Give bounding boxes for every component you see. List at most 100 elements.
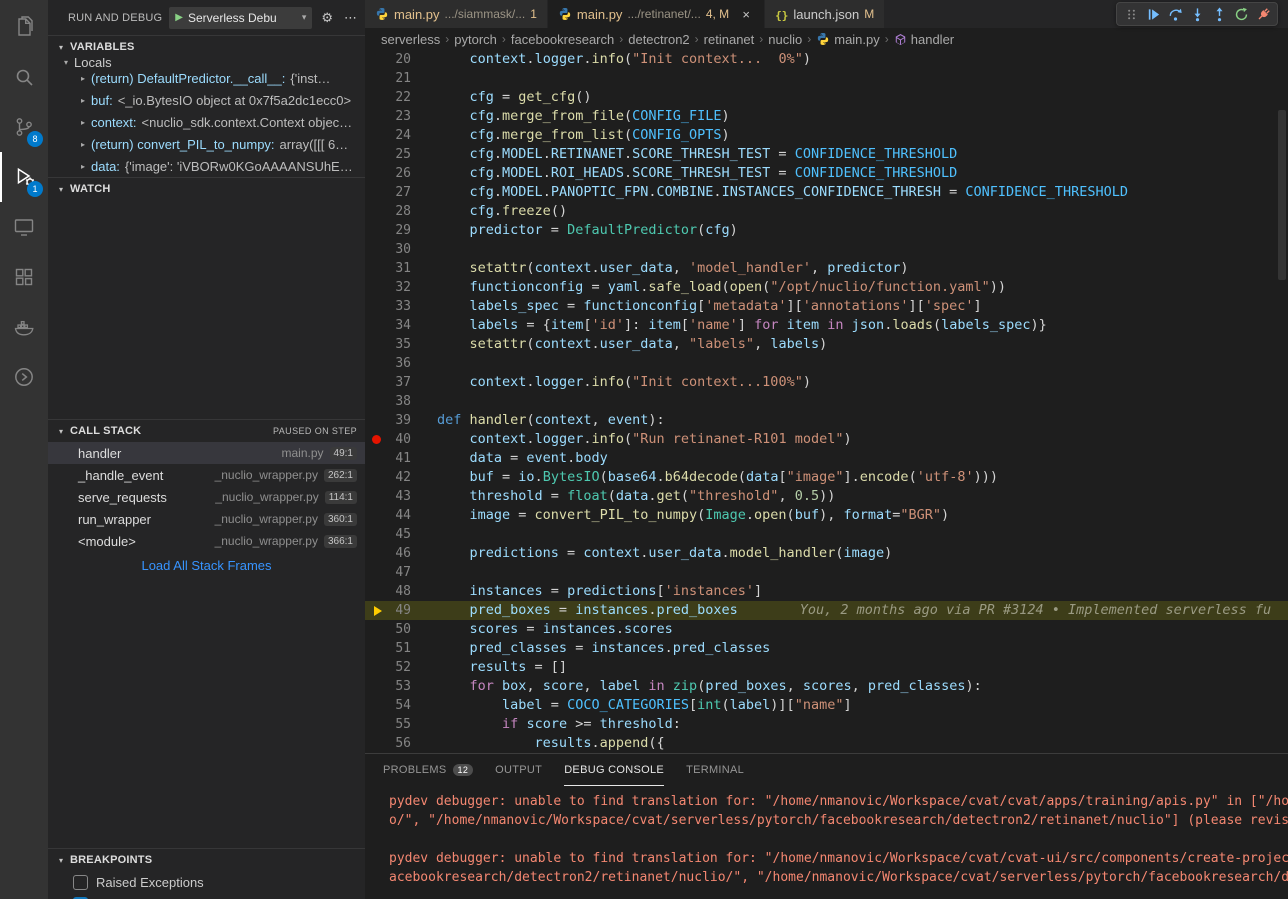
activity-item-docker[interactable] [0, 302, 48, 352]
breakpoint-row[interactable]: Raised Exceptions [48, 871, 365, 893]
code-line-37[interactable]: 37 context.logger.info("Init context...1… [365, 373, 1288, 392]
breakpoint-gutter[interactable] [365, 373, 387, 392]
code-line-40[interactable]: 40 context.logger.info("Run retinanet-R1… [365, 430, 1288, 449]
breakpoint-gutter[interactable] [365, 88, 387, 107]
stack-frame-row[interactable]: serve_requests_nuclio_wrapper.py114:1 [48, 486, 365, 508]
code-line-44[interactable]: 44 image = convert_PIL_to_numpy(Image.op… [365, 506, 1288, 525]
variable-row[interactable]: ▸data:{'image': 'iVBORw0KGoAAAANSUhE… [48, 155, 365, 177]
code-line-21[interactable]: 21 [365, 69, 1288, 88]
stack-frame-row[interactable]: <module>_nuclio_wrapper.py366:1 [48, 530, 365, 552]
code-line-50[interactable]: 50 scores = instances.scores [365, 620, 1288, 639]
breakpoint-gutter[interactable] [365, 658, 387, 677]
code-line-20[interactable]: 20 context.logger.info("Init context... … [365, 50, 1288, 69]
start-debugging-icon[interactable]: ▶ [175, 12, 183, 23]
code-line-33[interactable]: 33 labels_spec = functionconfig['metadat… [365, 297, 1288, 316]
gear-icon[interactable]: ⚙ [319, 10, 335, 26]
stack-frame-row[interactable]: handlermain.py49:1 [48, 442, 365, 464]
debug-restart-button[interactable] [1231, 4, 1251, 24]
editor-scrollbar[interactable] [1278, 110, 1286, 280]
variable-row[interactable]: ▸(return) convert_PIL_to_numpy:array([[[… [48, 133, 365, 155]
breakpoint-gutter[interactable] [365, 126, 387, 145]
code-line-49[interactable]: 49 pred_boxes = instances.pred_boxesYou,… [365, 601, 1288, 620]
code-line-53[interactable]: 53 for box, score, label in zip(pred_box… [365, 677, 1288, 696]
code-line-35[interactable]: 35 setattr(context.user_data, "labels", … [365, 335, 1288, 354]
panel-tab-terminal[interactable]: TERMINAL [686, 754, 744, 786]
code-line-29[interactable]: 29 predictor = DefaultPredictor(cfg) [365, 221, 1288, 240]
breadcrumb-item-nuclio[interactable]: nuclio [768, 32, 802, 47]
breakpoint-gutter[interactable] [365, 183, 387, 202]
breakpoint-gutter[interactable] [365, 430, 387, 449]
debug-step-out-button[interactable] [1209, 4, 1229, 24]
code-line-34[interactable]: 34 labels = {item['id']: item['name'] fo… [365, 316, 1288, 335]
breakpoint-gutter[interactable] [365, 107, 387, 126]
breakpoint-gutter[interactable] [365, 335, 387, 354]
breadcrumb-item-facebookresearch[interactable]: facebookresearch [511, 32, 614, 47]
breakpoint-gutter[interactable] [365, 221, 387, 240]
code-line-25[interactable]: 25 cfg.MODEL.RETINANET.SCORE_THRESH_TEST… [365, 145, 1288, 164]
breakpoint-gutter[interactable] [365, 582, 387, 601]
debug-step-over-button[interactable] [1165, 4, 1185, 24]
code-line-43[interactable]: 43 threshold = float(data.get("threshold… [365, 487, 1288, 506]
breakpoint-gutter[interactable] [365, 145, 387, 164]
breakpoint-row[interactable]: ✓Uncaught Exceptions [48, 893, 365, 899]
variable-row[interactable]: ▸buf:<_io.BytesIO object at 0x7f5a2dc1ec… [48, 89, 365, 111]
code-line-30[interactable]: 30 [365, 240, 1288, 259]
breakpoint-gutter[interactable] [365, 506, 387, 525]
breakpoints-section-header[interactable]: ▾ BREAKPOINTS [48, 849, 365, 871]
activity-item-extensions[interactable] [0, 252, 48, 302]
breakpoint-gutter[interactable] [365, 620, 387, 639]
debug-disconnect-button[interactable] [1253, 4, 1273, 24]
code-line-52[interactable]: 52 results = [] [365, 658, 1288, 677]
scope-locals-row[interactable]: ▾ Locals [48, 58, 365, 67]
editor-tab-2[interactable]: main.py.../retinanet/...4, M× [548, 0, 765, 28]
code-line-51[interactable]: 51 pred_classes = instances.pred_classes [365, 639, 1288, 658]
panel-tab-problems[interactable]: PROBLEMS12 [383, 754, 473, 786]
code-line-39[interactable]: 39def handler(context, event): [365, 411, 1288, 430]
code-line-41[interactable]: 41 data = event.body [365, 449, 1288, 468]
code-line-22[interactable]: 22 cfg = get_cfg() [365, 88, 1288, 107]
code-line-31[interactable]: 31 setattr(context.user_data, 'model_han… [365, 259, 1288, 278]
breadcrumb-item-handler[interactable]: handler [894, 32, 954, 47]
breakpoint-gutter[interactable] [365, 715, 387, 734]
breakpoint-gutter[interactable] [365, 316, 387, 335]
breakpoint-gutter[interactable] [365, 677, 387, 696]
code-line-32[interactable]: 32 functionconfig = yaml.safe_load(open(… [365, 278, 1288, 297]
breakpoint-gutter[interactable] [365, 240, 387, 259]
breadcrumb-item-detectron2[interactable]: detectron2 [628, 32, 689, 47]
code-line-27[interactable]: 27 cfg.MODEL.PANOPTIC_FPN.COMBINE.INSTAN… [365, 183, 1288, 202]
code-line-55[interactable]: 55 if score >= threshold: [365, 715, 1288, 734]
code-editor[interactable]: 20 context.logger.info("Init context... … [365, 50, 1288, 753]
breakpoint-gutter[interactable] [365, 354, 387, 373]
breakpoint-gutter[interactable] [365, 297, 387, 316]
debug-continue-button[interactable] [1143, 4, 1163, 24]
debug-config-dropdown[interactable]: ▶ Serverless Debu ▾ [169, 7, 312, 29]
code-line-24[interactable]: 24 cfg.merge_from_list(CONFIG_OPTS) [365, 126, 1288, 145]
code-line-23[interactable]: 23 cfg.merge_from_file(CONFIG_FILE) [365, 107, 1288, 126]
code-line-36[interactable]: 36 [365, 354, 1288, 373]
editor-tab-3[interactable]: {}launch.jsonM [765, 0, 885, 28]
breakpoint-gutter[interactable] [365, 639, 387, 658]
stack-frame-row[interactable]: _handle_event_nuclio_wrapper.py262:1 [48, 464, 365, 486]
breadcrumb-item-main-py[interactable]: main.py [816, 32, 880, 47]
code-line-42[interactable]: 42 buf = io.BytesIO(base64.b64decode(dat… [365, 468, 1288, 487]
panel-tab-debug-console[interactable]: DEBUG CONSOLE [564, 754, 664, 786]
breakpoint-gutter[interactable] [365, 164, 387, 183]
breakpoint-gutter[interactable] [365, 392, 387, 411]
variables-section-header[interactable]: ▾ VARIABLES [48, 36, 365, 58]
debug-step-into-button[interactable] [1187, 4, 1207, 24]
code-line-28[interactable]: 28 cfg.freeze() [365, 202, 1288, 221]
breakpoint-gutter[interactable] [365, 544, 387, 563]
code-line-46[interactable]: 46 predictions = context.user_data.model… [365, 544, 1288, 563]
code-line-54[interactable]: 54 label = COCO_CATEGORIES[int(label)]["… [365, 696, 1288, 715]
breadcrumb-item-serverless[interactable]: serverless [381, 32, 440, 47]
activity-item-explorer[interactable] [0, 2, 48, 52]
activity-item-live-share[interactable] [0, 352, 48, 402]
breakpoint-gutter[interactable] [365, 734, 387, 753]
breakpoint-gutter[interactable] [365, 449, 387, 468]
activity-item-remote-explorer[interactable] [0, 202, 48, 252]
watch-section-header[interactable]: ▾ WATCH [48, 178, 365, 200]
checkbox[interactable] [73, 875, 88, 890]
variable-row[interactable]: ▸(return) DefaultPredictor.__call__:{'in… [48, 67, 365, 89]
more-actions-icon[interactable]: ⋯ [342, 10, 359, 26]
breakpoint-gutter[interactable] [365, 50, 387, 69]
